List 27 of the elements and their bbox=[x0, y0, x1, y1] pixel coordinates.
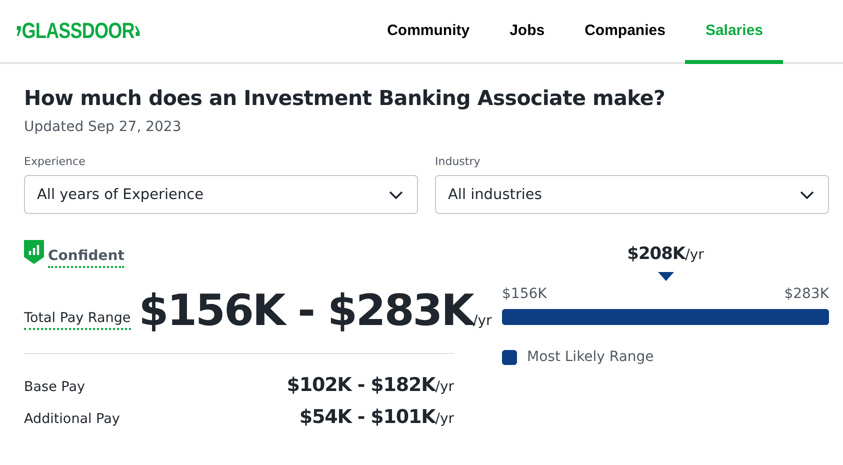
updated-date: Updated Sep 27, 2023 bbox=[24, 119, 182, 135]
nav-tab[interactable]: Companies bbox=[564, 0, 686, 64]
filter-label: Experience bbox=[24, 155, 86, 168]
chevron-down-icon bbox=[800, 190, 814, 198]
confidence-shield-icon bbox=[24, 240, 44, 264]
pay-range: $102K - $182K/yr bbox=[286, 374, 454, 396]
pay-label: Additional Pay bbox=[24, 411, 120, 427]
range-high: $283K bbox=[784, 286, 829, 302]
confidence-label[interactable]: Confident bbox=[48, 248, 124, 268]
logo-mark-icon bbox=[16, 26, 21, 36]
pay-label: Base Pay bbox=[24, 379, 85, 395]
filter-dropdown[interactable]: All industries bbox=[435, 175, 829, 214]
pay-range: $54K - $101K/yr bbox=[299, 406, 454, 428]
legend-label: Most Likely Range bbox=[527, 349, 654, 365]
total-pay-label[interactable]: Total Pay Range bbox=[24, 310, 131, 330]
median-pay: $208K/yr bbox=[627, 244, 704, 264]
chevron-down-icon bbox=[389, 190, 403, 198]
logo-mark-icon bbox=[135, 26, 140, 36]
filter-dropdown[interactable]: All years of Experience bbox=[24, 175, 418, 214]
range-low: $156K bbox=[502, 286, 547, 302]
total-pay-range: $156K - $283K/yr bbox=[138, 290, 492, 333]
legend-swatch bbox=[502, 350, 517, 364]
filter-label: Industry bbox=[435, 155, 482, 168]
nav-tab[interactable]: Community bbox=[367, 0, 490, 64]
nav-tab[interactable]: Jobs bbox=[490, 0, 565, 64]
pointer-triangle-icon bbox=[658, 272, 674, 281]
page-title: How much does an Investment Banking Associate make? bbox=[24, 86, 666, 110]
